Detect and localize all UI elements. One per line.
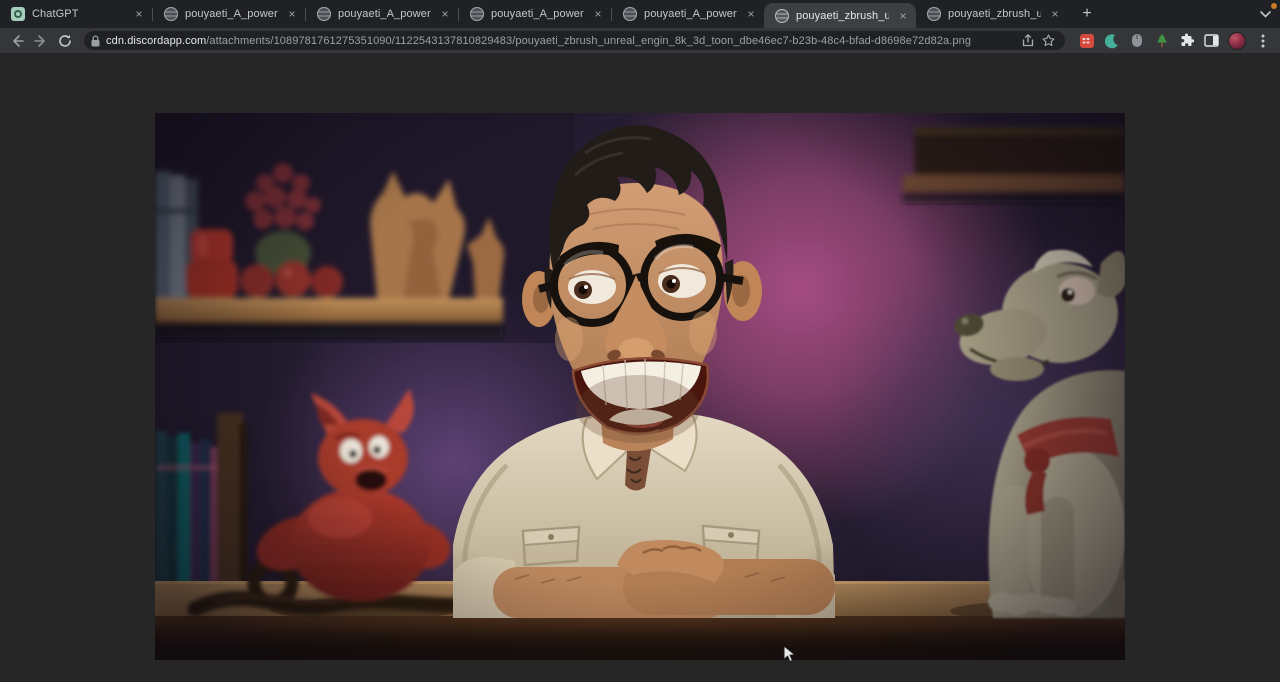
dark-mode-moon-extension-icon[interactable] [1100,30,1123,52]
reload-button[interactable] [54,30,76,52]
address-bar[interactable]: cdn.discordapp.com/attachments/108978176… [84,31,1065,50]
browser-window: ChatGPT × pouyaeti_A_powerful_modern × p… [0,0,1280,682]
tab-discord-image-4[interactable]: pouyaeti_A_powerful_modern × [612,0,764,28]
mouse-cursor [783,645,796,663]
viewed-image[interactable] [155,113,1125,660]
chatgpt-favicon-icon [10,7,25,22]
url-domain: cdn.discordapp.com [106,35,206,47]
tab-title: pouyaeti_A_powerful_modern [338,8,431,20]
tab-close-icon[interactable]: × [1048,7,1062,21]
forward-button[interactable] [30,30,52,52]
globe-favicon-icon [316,7,331,22]
tab-close-icon[interactable]: × [285,7,299,21]
tab-title: pouyaeti_A_powerful_modern [185,8,278,20]
toolbar: cdn.discordapp.com/attachments/108978176… [0,28,1280,53]
tree-extension-icon[interactable] [1150,30,1173,52]
vignette [155,113,1125,660]
profile-avatar[interactable] [1228,32,1246,50]
tab-discord-image-1[interactable]: pouyaeti_A_powerful_modern × [153,0,305,28]
tab-close-icon[interactable]: × [744,7,758,21]
lock-icon [91,35,100,47]
side-panel-icon[interactable] [1200,30,1223,52]
chevron-down-icon [1260,11,1271,18]
url-path: /attachments/1089781761275351090/1122543… [206,35,971,47]
extensions-puzzle-icon[interactable] [1175,30,1198,52]
tab-close-icon[interactable]: × [132,7,146,21]
globe-favicon-icon [469,7,484,22]
tab-title: pouyaeti_A_powerful_modern [644,8,737,20]
tab-title: pouyaeti_zbrush_unreal_engin [948,8,1041,20]
url-text: cdn.discordapp.com/attachments/108978176… [106,35,1018,47]
globe-favicon-icon [622,7,637,22]
tab-close-icon[interactable]: × [438,7,452,21]
menu-kebab-icon[interactable] [1251,30,1274,52]
bookmark-star-icon[interactable] [1038,32,1058,50]
share-download-icon[interactable] [1018,32,1038,50]
notification-dot [1271,3,1277,9]
tab-discord-image-3[interactable]: pouyaeti_A_powerful_modern × [459,0,611,28]
password-manager-extension-icon[interactable] [1075,30,1098,52]
mouse-extension-icon[interactable] [1125,30,1148,52]
tab-discord-image-2[interactable]: pouyaeti_A_powerful_modern × [306,0,458,28]
globe-favicon-icon [774,8,789,23]
tab-discord-image-active[interactable]: pouyaeti_zbrush_unreal_engin × [764,3,916,28]
new-tab-button[interactable]: + [1074,1,1100,27]
tab-title: pouyaeti_A_powerful_modern [491,8,584,20]
tab-close-icon[interactable]: × [591,7,605,21]
tab-discord-image-5[interactable]: pouyaeti_zbrush_unreal_engin × [916,0,1068,28]
tab-close-icon[interactable]: × [896,9,910,23]
globe-favicon-icon [163,7,178,22]
back-button[interactable] [6,30,28,52]
tab-search-button[interactable] [1250,1,1280,27]
tab-strip: ChatGPT × pouyaeti_A_powerful_modern × p… [0,0,1280,28]
tab-chatgpt[interactable]: ChatGPT × [0,0,152,28]
tab-title: ChatGPT [32,8,125,20]
tab-title: pouyaeti_zbrush_unreal_engin [796,10,889,22]
globe-favicon-icon [926,7,941,22]
page-content [0,53,1280,682]
